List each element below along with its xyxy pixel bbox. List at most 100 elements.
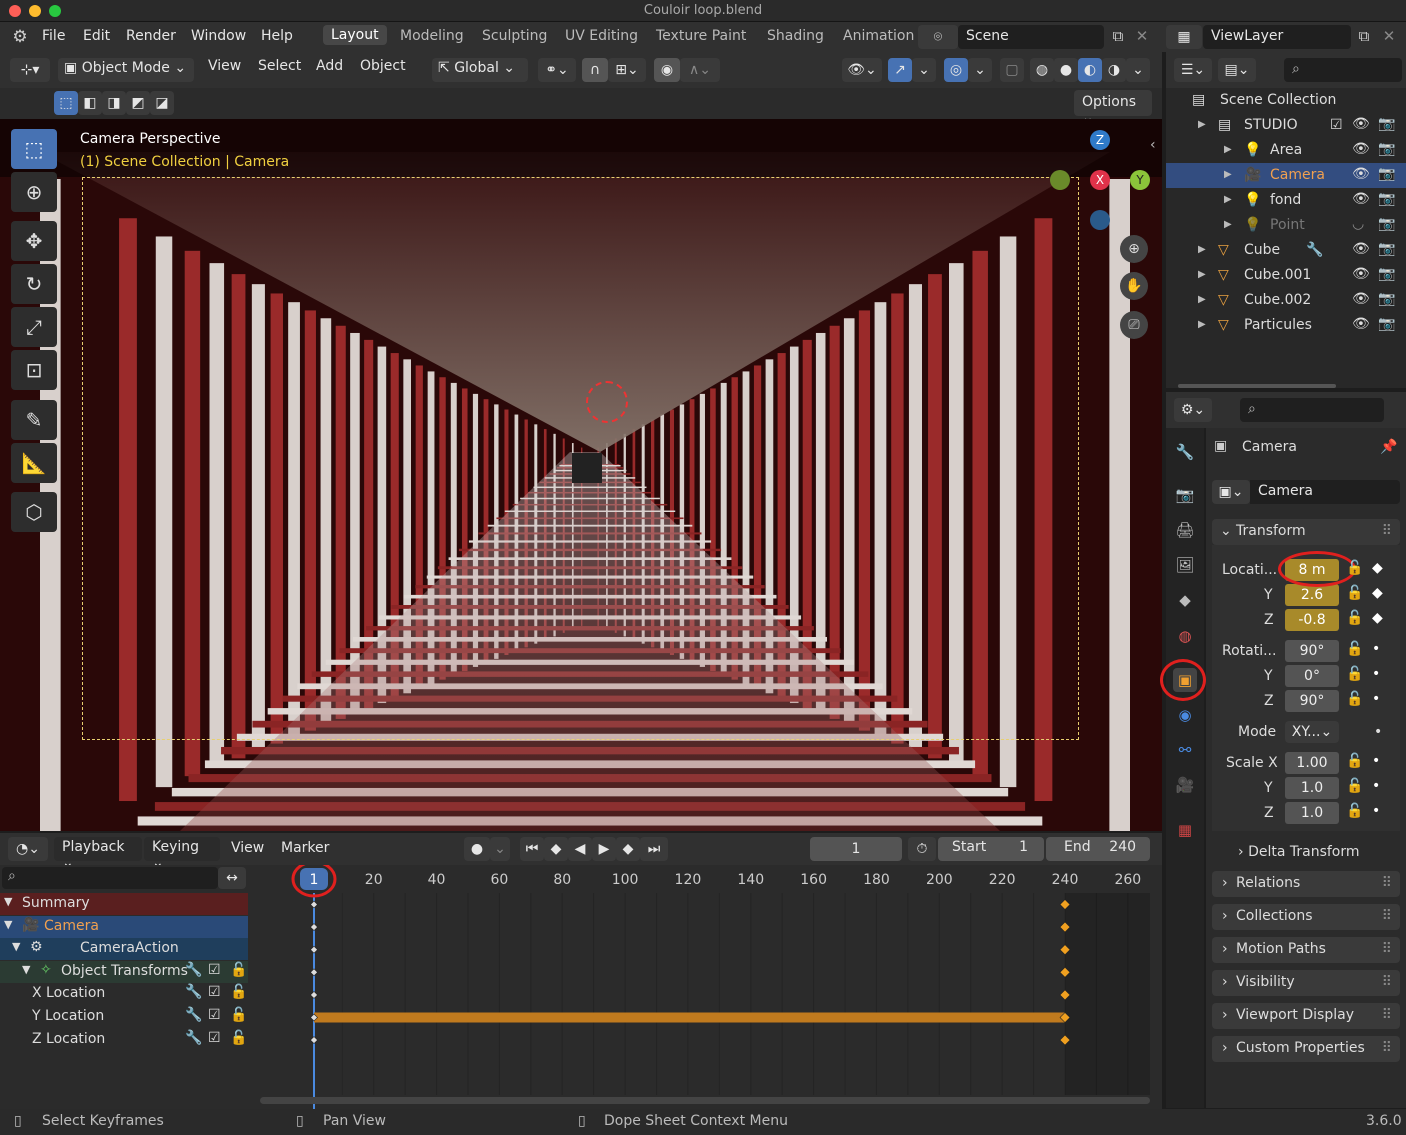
scene-name-field[interactable]: Scene [958, 25, 1104, 49]
camera-view-icon[interactable]: ⎚ [1120, 311, 1148, 339]
keyframe-diamond-icon[interactable]: ◆ [1372, 610, 1383, 626]
outliner-item-area[interactable]: ▶ 💡 Area 👁 📷 [1166, 138, 1406, 163]
marker-menu[interactable]: Marker [281, 840, 329, 856]
select-box-tool-icon[interactable]: ⬚ [11, 129, 57, 169]
snap-icon[interactable]: ∩ [582, 58, 608, 82]
render-camera-icon[interactable]: 📷 [1378, 291, 1395, 307]
panel-visibility[interactable]: › Visibility ⠿ [1212, 970, 1400, 996]
display-mode-icon[interactable]: ▤⌄ [1218, 58, 1256, 82]
shading-dropdown-icon[interactable]: ⌄ [1126, 58, 1150, 82]
rendered-shading-icon[interactable]: ◑ [1102, 58, 1126, 82]
eye-icon[interactable]: 👁 [1352, 191, 1370, 207]
dope-sheet[interactable]: ⌕ ↔ 20 40 60 80 100 120 140 160 180 200 220 240 260 1… [0, 865, 1162, 1109]
snap-target-icon[interactable]: ⊞⌄ [608, 58, 646, 82]
view-layer-icon[interactable]: ▦ [1166, 25, 1202, 49]
gizmo-x-icon[interactable]: X [1090, 170, 1110, 190]
menu-render[interactable]: Render [126, 28, 176, 44]
scale-tool-icon[interactable]: ⤢ [11, 307, 57, 347]
select-invert-icon[interactable]: ◩ [126, 91, 150, 115]
disclosure-triangle-icon[interactable]: ▶ [1198, 319, 1206, 330]
location-z-field[interactable]: -0.8 [1285, 609, 1339, 631]
channel-z-location[interactable]: Z Location 🔧 ☑ 🔓 [0, 1028, 248, 1051]
play-reverse-icon[interactable]: ◀ [568, 837, 592, 861]
channel-lock-icon[interactable]: 🔓 [230, 984, 247, 1000]
playback-menu[interactable]: Playback ⌄ [54, 837, 142, 871]
record-dropdown-icon[interactable]: ⌄ [490, 837, 510, 861]
outliner-item-cube-001[interactable]: ▶ ▽ Cube.001 👁 📷 [1166, 263, 1406, 288]
lock-icon[interactable]: 🔓 [1346, 610, 1363, 626]
workspace-tab-modeling[interactable]: Modeling [400, 28, 464, 44]
pin-icon[interactable]: 📌 [1380, 439, 1397, 455]
solid-shading-icon[interactable]: ● [1054, 58, 1078, 82]
expand-triangle-icon[interactable]: ▼ [12, 940, 20, 953]
start-frame-field[interactable]: Start 1 [938, 837, 1044, 861]
cursor-tool-icon[interactable]: ⊕ [11, 172, 57, 212]
menu-edit[interactable]: Edit [83, 28, 110, 44]
view-layer-field[interactable]: ViewLayer [1203, 25, 1351, 49]
stopwatch-icon[interactable]: ⏱ [908, 837, 936, 861]
filter-swap-icon[interactable]: ↔ [218, 867, 246, 889]
scene-selector-icon[interactable]: ⌾ [918, 25, 958, 49]
data-selector-icon[interactable]: ▣⌄ [1212, 480, 1250, 504]
outliner-item-cube-002[interactable]: ▶ ▽ Cube.002 👁 📷 [1166, 288, 1406, 313]
drag-handle-icon[interactable]: ⠿ [1382, 974, 1392, 990]
channel-checkbox-icon[interactable]: ☑ [208, 962, 221, 978]
disclosure-triangle-icon[interactable]: ▶ [1198, 294, 1206, 305]
keyframe-dot-icon[interactable]: • [1372, 641, 1380, 657]
workspace-tab-layout[interactable]: Layout [323, 25, 387, 45]
visibility-icon[interactable]: 👁⌄ [842, 58, 882, 82]
lock-icon[interactable]: 🔓 [1346, 666, 1363, 682]
expand-triangle-icon[interactable]: ▼ [4, 895, 12, 908]
expand-triangle-icon[interactable]: ▼ [4, 918, 12, 931]
drag-handle-icon[interactable]: ⠿ [1382, 523, 1392, 539]
drag-handle-icon[interactable]: ⠿ [1382, 908, 1392, 924]
jump-keyframe-forward-icon[interactable]: ◆ [616, 837, 640, 861]
end-frame-field[interactable]: End 240 [1046, 837, 1150, 861]
keyframe-diamond-icon[interactable]: ◆ [1372, 560, 1383, 576]
workspace-tab-sculpting[interactable]: Sculpting [482, 28, 547, 44]
workspace-tab-uv-editing[interactable]: UV Editing [565, 28, 638, 44]
channel-checkbox-icon[interactable]: ☑ [208, 1030, 221, 1046]
menu-window[interactable]: Window [191, 28, 246, 44]
scene-tab-icon[interactable]: ◆ [1173, 588, 1197, 612]
disclosure-triangle-icon[interactable]: ▶ [1198, 119, 1206, 130]
annotate-tool-icon[interactable]: ✎ [11, 400, 57, 440]
render-camera-icon[interactable]: 📷 [1378, 316, 1395, 332]
new-view-layer-icon[interactable]: ⧉ [1354, 27, 1374, 45]
transform-tool-icon[interactable]: ⊡ [11, 350, 57, 390]
drag-handle-icon[interactable]: ⠿ [1382, 941, 1392, 957]
3d-viewport[interactable]: Camera Perspective (1) Scene Collection … [0, 119, 1162, 831]
render-tab-icon[interactable]: 📷 [1173, 483, 1197, 507]
lock-icon[interactable]: 🔓 [1346, 803, 1363, 819]
rotation-mode-dropdown[interactable]: XY...⌄ [1285, 721, 1339, 743]
timeline-editor-icon[interactable]: ◔⌄ [8, 837, 48, 861]
eye-icon[interactable]: 👁 [1352, 166, 1370, 182]
outliner-item-studio[interactable]: ▶ ▤ STUDIO ☑ 👁 📷 [1166, 113, 1406, 138]
channel-checkbox-icon[interactable]: ☑ [208, 984, 221, 1000]
new-scene-icon[interactable]: ⧉ [1108, 27, 1128, 45]
outliner-editor-icon[interactable]: ☰⌄ [1174, 58, 1212, 82]
eye-icon[interactable]: 👁 [1352, 316, 1370, 332]
lock-icon[interactable]: 🔓 [1346, 778, 1363, 794]
lock-icon[interactable]: 🔓 [1346, 753, 1363, 769]
orientation-dropdown[interactable]: ⇱ Global ⌄ [432, 58, 528, 82]
play-icon[interactable]: ▶ [592, 837, 616, 861]
timeline-view-menu[interactable]: View [231, 840, 264, 856]
render-camera-icon[interactable]: 📷 [1378, 216, 1395, 232]
render-camera-icon[interactable]: 📷 [1378, 141, 1395, 157]
channel-y-location[interactable]: Y Location 🔧 ☑ 🔓 [0, 1006, 248, 1028]
eye-icon[interactable]: 👁 [1352, 266, 1370, 282]
pan-hand-icon[interactable]: ✋ [1120, 272, 1148, 300]
channel-lock-icon[interactable]: 🔓 [230, 1030, 247, 1046]
render-camera-icon[interactable]: 📷 [1378, 116, 1395, 132]
rotation-y-field[interactable]: 0° [1285, 665, 1339, 687]
expand-triangle-icon[interactable]: ▼ [22, 963, 30, 976]
keyframe-dot-icon[interactable]: • [1372, 803, 1380, 819]
material-shading-icon[interactable]: ◐ [1078, 58, 1102, 82]
overlay-toggle-icon[interactable]: ◎ [944, 58, 968, 82]
workspace-tab-shading[interactable]: Shading [767, 28, 824, 44]
blender-logo-icon[interactable]: ⚙ [10, 27, 30, 47]
channel-search-input[interactable]: ⌕ [2, 867, 218, 889]
scale-z-field[interactable]: 1.0 [1285, 802, 1339, 824]
scale-y-field[interactable]: 1.0 [1285, 777, 1339, 799]
